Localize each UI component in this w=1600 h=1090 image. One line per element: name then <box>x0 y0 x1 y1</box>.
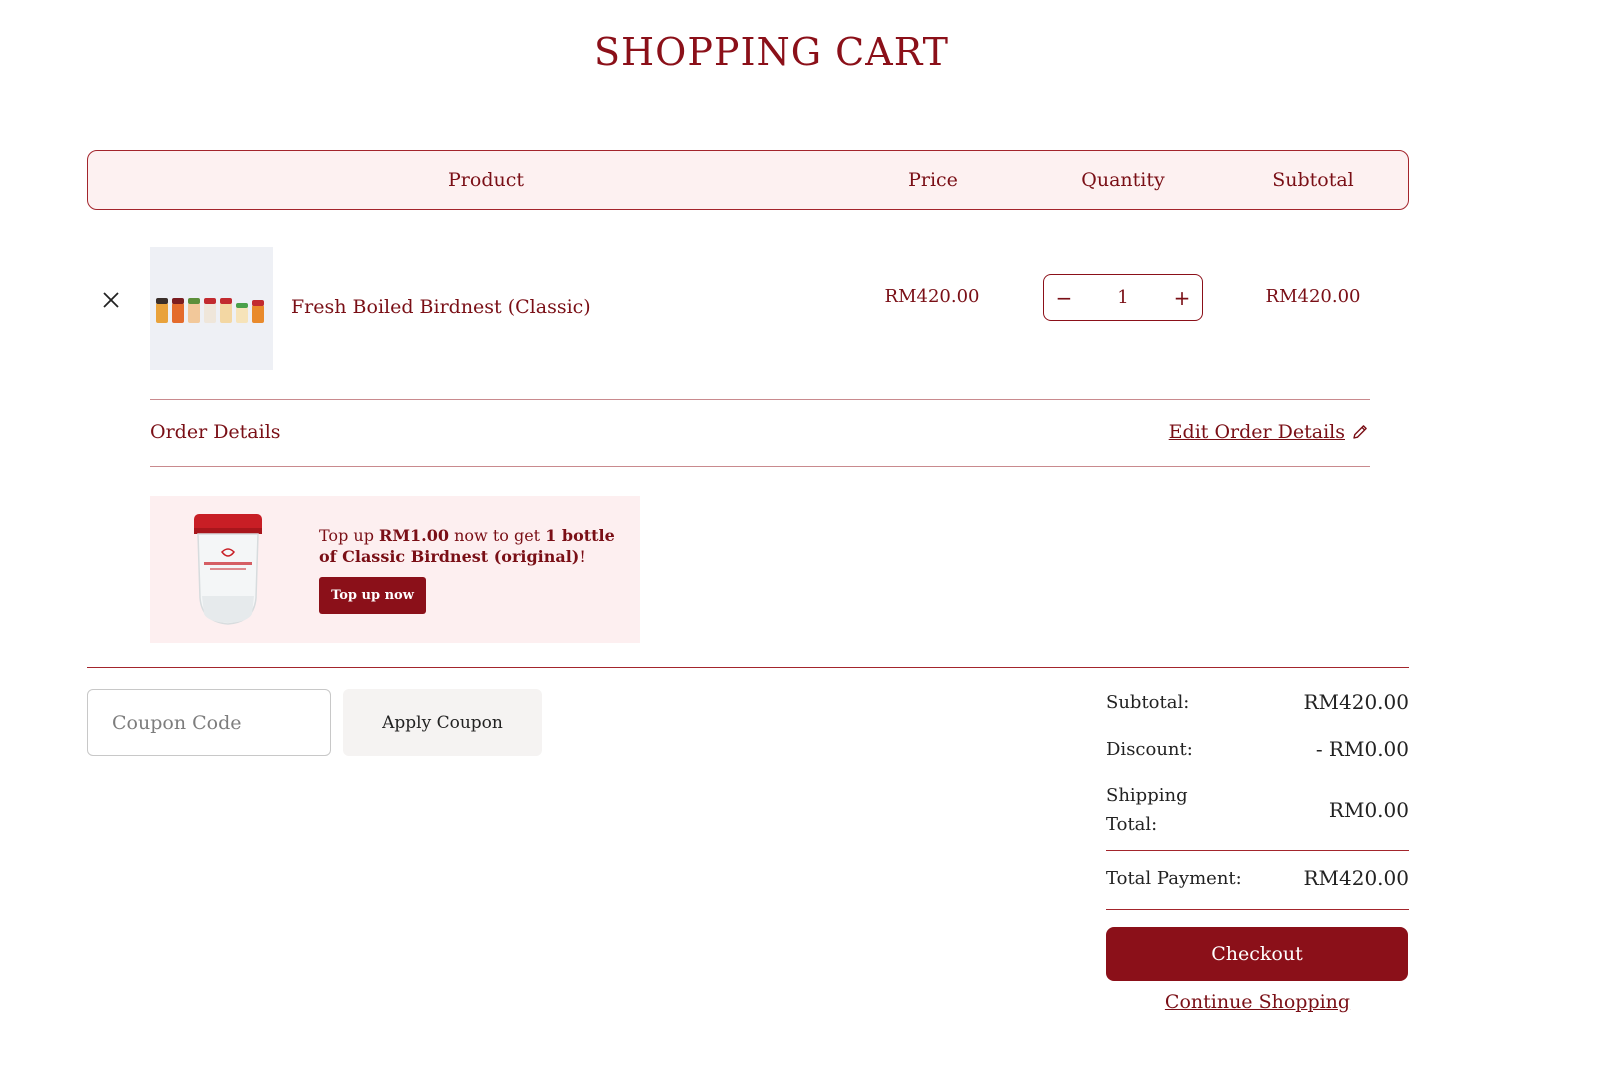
summary-shipping-label: Shipping Total: <box>1106 785 1188 835</box>
divider <box>150 466 1370 467</box>
header-price: Price <box>908 169 958 191</box>
pencil-icon <box>1353 425 1367 439</box>
birdnest-jar-image <box>194 514 262 625</box>
product-name-link[interactable]: Fresh Boiled Birdnest (Classic) <box>291 296 591 318</box>
quantity-value[interactable]: 1 <box>1117 287 1128 308</box>
summary-discount-label: Discount: <box>1106 738 1193 760</box>
summary-discount-row: Discount: - RM0.00 <box>1106 737 1409 761</box>
summary-subtotal-value: RM420.00 <box>1303 690 1409 714</box>
summary-subtotal-label: Subtotal: <box>1106 691 1190 713</box>
cart-table-header: Product Price Quantity Subtotal <box>87 150 1409 210</box>
checkout-button[interactable]: Checkout <box>1106 927 1408 981</box>
birdnest-jars-image <box>155 297 264 323</box>
divider <box>87 667 1409 668</box>
summary-discount-value: - RM0.00 <box>1315 737 1409 761</box>
divider <box>150 399 1370 400</box>
quantity-stepper: − 1 + <box>1043 274 1203 321</box>
product-image[interactable] <box>150 247 273 370</box>
summary-shipping-row: Shipping Total: RM0.00 <box>1106 780 1409 840</box>
remove-item-button[interactable] <box>98 287 124 313</box>
header-quantity: Quantity <box>1081 169 1165 191</box>
summary-total-value: RM420.00 <box>1303 866 1409 890</box>
close-icon <box>103 292 119 308</box>
topup-now-button[interactable]: Top up now <box>319 577 426 614</box>
increment-button[interactable]: + <box>1170 286 1194 310</box>
edit-order-details-label: Edit Order Details <box>1168 421 1345 443</box>
topup-promo-banner: Top up RM1.00 now to get 1 bottle of Cla… <box>150 496 640 643</box>
promo-message: Top up RM1.00 now to get 1 bottle of Cla… <box>319 526 615 566</box>
order-details-label: Order Details <box>150 421 281 443</box>
header-product: Product <box>448 169 524 191</box>
divider <box>1106 909 1409 910</box>
summary-total-label: Total Payment: <box>1106 867 1242 889</box>
divider <box>1106 850 1409 851</box>
decrement-button[interactable]: − <box>1052 286 1076 310</box>
summary-subtotal-row: Subtotal: RM420.00 <box>1106 690 1409 714</box>
page-title: SHOPPING CART <box>594 30 949 74</box>
summary-shipping-value: RM0.00 <box>1328 798 1409 822</box>
header-subtotal: Subtotal <box>1272 169 1354 191</box>
apply-coupon-button[interactable]: Apply Coupon <box>343 689 542 756</box>
coupon-code-input[interactable] <box>87 689 331 756</box>
continue-shopping-link[interactable]: Continue Shopping <box>1106 991 1409 1013</box>
edit-order-details-link[interactable]: Edit Order Details <box>1169 421 1369 443</box>
summary-total-row: Total Payment: RM420.00 <box>1106 866 1409 890</box>
item-subtotal: RM420.00 <box>1265 286 1361 307</box>
item-price: RM420.00 <box>884 286 980 307</box>
